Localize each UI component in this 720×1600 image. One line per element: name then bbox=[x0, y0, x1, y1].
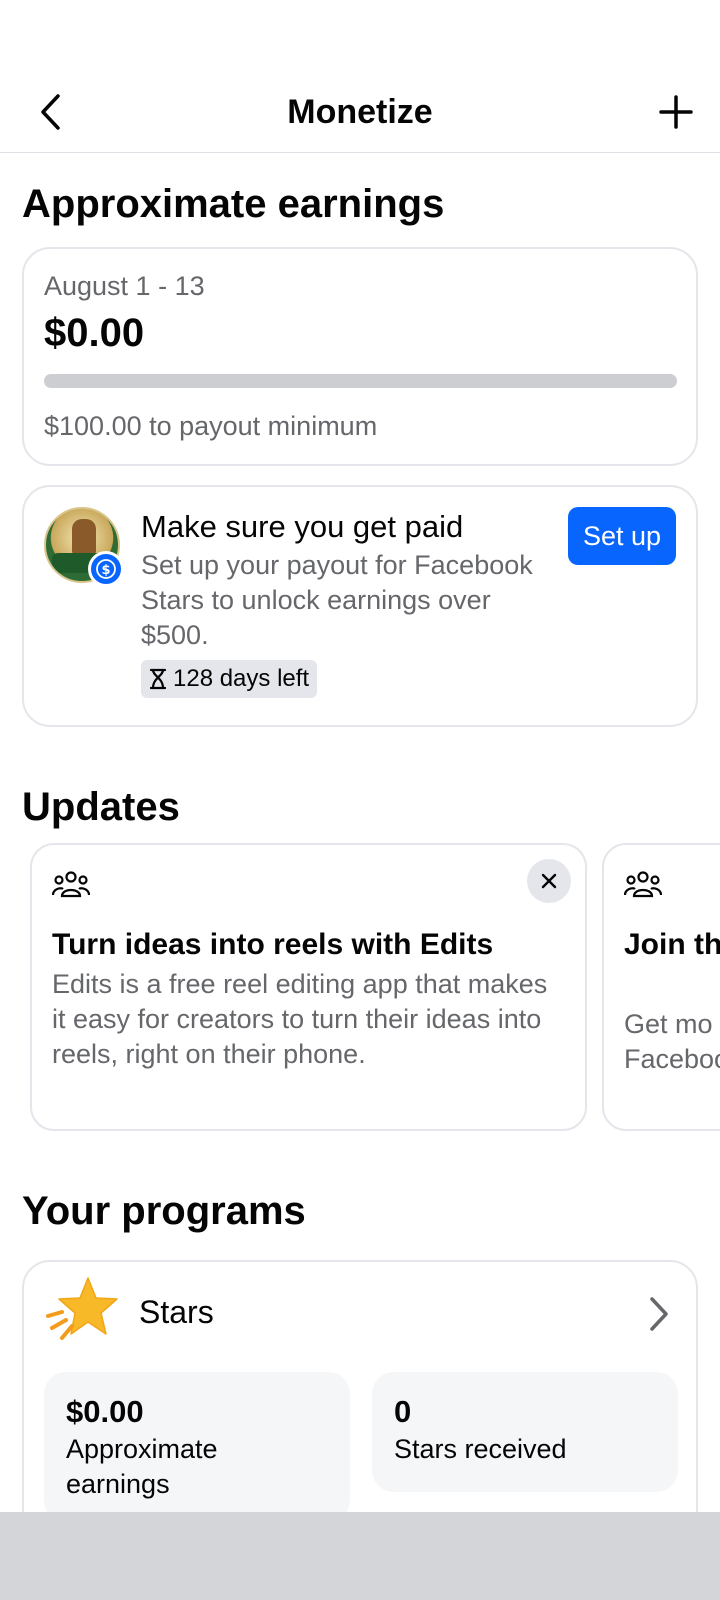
stars-earnings-stat: $0.00 Approximate earnings bbox=[44, 1372, 350, 1522]
update-card-edits[interactable]: Turn ideas into reels with Edits Edits i… bbox=[30, 843, 587, 1131]
people-icon bbox=[624, 871, 662, 898]
page-title: Monetize bbox=[287, 93, 433, 131]
add-button[interactable] bbox=[654, 90, 698, 134]
update-body: Get mo reels an Faceboo bbox=[624, 1009, 720, 1074]
days-left-text: 128 days left bbox=[173, 665, 310, 692]
earnings-period: August 1 - 13 bbox=[44, 271, 205, 301]
earnings-card: August 1 - 13 $0.00 $100.00 to payout mi… bbox=[22, 247, 698, 466]
stat-value: $0.00 bbox=[66, 1394, 144, 1429]
plus-icon bbox=[659, 95, 693, 129]
hourglass-icon bbox=[149, 668, 167, 690]
payout-progress-bar bbox=[44, 374, 677, 388]
updates-section-title: Updates bbox=[22, 785, 180, 829]
star-icon bbox=[46, 1277, 118, 1340]
set-up-button[interactable]: Set up bbox=[567, 507, 676, 565]
programs-section-title: Your programs bbox=[22, 1189, 306, 1233]
update-title: Join th group bbox=[624, 928, 720, 961]
dismiss-button[interactable] bbox=[527, 859, 571, 903]
payout-description: Set up your payout for Facebook Stars to… bbox=[141, 550, 533, 650]
payout-headline: Make sure you get paid bbox=[141, 509, 464, 544]
earnings-amount: $0.00 bbox=[44, 311, 145, 355]
top-app-bar: Monetize bbox=[0, 70, 720, 153]
stars-program-label: Stars bbox=[139, 1294, 214, 1330]
people-icon bbox=[52, 871, 90, 898]
stars-program-row[interactable]: Stars bbox=[24, 1262, 696, 1362]
stat-label: Approximate earnings bbox=[66, 1434, 218, 1499]
status-bar bbox=[0, 0, 720, 70]
update-card-group[interactable]: Join th group Get mo reels an Faceboo bbox=[602, 843, 720, 1131]
update-body: Edits is a free reel editing app that ma… bbox=[52, 969, 548, 1069]
stat-label: Stars received bbox=[394, 1434, 567, 1464]
stat-value: 0 bbox=[394, 1394, 412, 1429]
payout-remaining-text: $100.00 to payout minimum bbox=[44, 411, 378, 441]
dollar-badge-icon: $ bbox=[88, 551, 124, 587]
earnings-section-title: Approximate earnings bbox=[22, 182, 445, 226]
payout-setup-card: $ Make sure you get paid Set up your pay… bbox=[22, 485, 698, 727]
bottom-overlay bbox=[0, 1512, 720, 1600]
chevron-right-icon bbox=[650, 1297, 668, 1331]
updates-carousel[interactable]: Turn ideas into reels with Edits Edits i… bbox=[30, 843, 720, 1131]
svg-text:$: $ bbox=[101, 563, 110, 578]
close-icon bbox=[541, 873, 557, 889]
stars-received-stat: 0 Stars received bbox=[372, 1372, 678, 1492]
days-left-badge: 128 days left bbox=[141, 660, 318, 698]
update-title: Turn ideas into reels with Edits bbox=[52, 928, 494, 961]
